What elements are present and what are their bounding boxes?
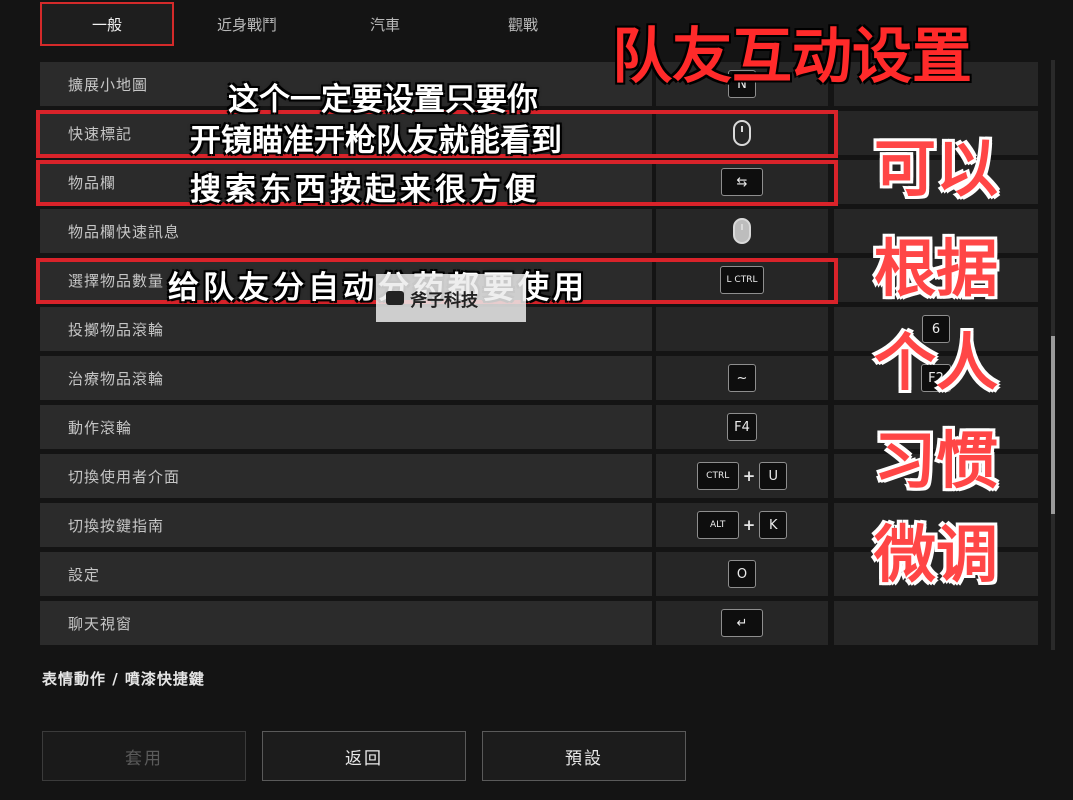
default-button[interactable]: 預設 [482, 731, 686, 781]
keybind-label: 投擲物品滾輪 [40, 307, 652, 351]
tab-general[interactable]: 一般 [40, 2, 174, 46]
overlay-side-text: 可以 [873, 132, 998, 205]
tab-melee[interactable]: 近身戰鬥 [180, 2, 314, 46]
primary-key-slot[interactable]: F4 [656, 405, 828, 449]
keybind-label: 動作滾輪 [40, 405, 652, 449]
key-cap: F4 [727, 413, 757, 441]
primary-key-slot[interactable] [656, 307, 828, 351]
keybind-label: 設定 [40, 552, 652, 596]
plus-sign: + [742, 516, 756, 534]
key-cap: O [728, 560, 756, 588]
overlay-side-text: 个人 [873, 326, 998, 399]
keybind-label: 治療物品滾輪 [40, 356, 652, 400]
back-button[interactable]: 返回 [262, 731, 466, 781]
primary-key-slot[interactable]: ↵ [656, 601, 828, 645]
watermark-logo-icon [386, 291, 404, 305]
primary-key-slot[interactable] [656, 209, 828, 253]
scrollbar-thumb[interactable] [1051, 336, 1055, 514]
primary-key-slot[interactable]: ~ [656, 356, 828, 400]
primary-key-slot[interactable]: CTRL + U [656, 454, 828, 498]
key-cap: K [759, 511, 788, 539]
key-cap: ALT [696, 511, 739, 539]
key-cap: U [759, 462, 788, 490]
overlay-side-text: 微调 [873, 518, 998, 591]
mouse-button-icon [733, 218, 751, 244]
overlay-side-text: 习惯 [873, 424, 998, 497]
keybind-label: 聊天視窗 [40, 601, 652, 645]
tab-vehicle[interactable]: 汽車 [318, 2, 452, 46]
watermark: 斧子科技 [376, 274, 526, 322]
keybind-label: 切換使用者介面 [40, 454, 652, 498]
keybind-row: 聊天視窗 ↵ [40, 601, 1038, 645]
overlay-caption: 搜索东西按起来很方便 [190, 172, 540, 208]
overlay-caption: 开镜瞄准开枪队友就能看到 [190, 123, 562, 159]
primary-key-slot[interactable]: O [656, 552, 828, 596]
enter-key-icon: ↵ [721, 609, 763, 637]
overlay-caption: 这个一定要设置只要你 [228, 82, 538, 118]
secondary-key-slot[interactable] [834, 601, 1038, 645]
tab-spectate[interactable]: 觀戰 [456, 2, 590, 46]
primary-key-slot[interactable]: ALT + K [656, 503, 828, 547]
key-cap: ~ [728, 364, 756, 392]
overlay-side-text: 根据 [873, 232, 998, 305]
section-title: 表情動作 / 噴漆快捷鍵 [42, 670, 205, 688]
watermark-text: 斧子科技 [410, 290, 478, 311]
key-cap: CTRL [696, 462, 739, 490]
overlay-title: 队友互动设置 [612, 22, 972, 92]
plus-sign: + [742, 467, 756, 485]
keybind-label: 切換按鍵指南 [40, 503, 652, 547]
keybind-label: 物品欄快速訊息 [40, 209, 652, 253]
apply-button[interactable]: 套用 [42, 731, 246, 781]
